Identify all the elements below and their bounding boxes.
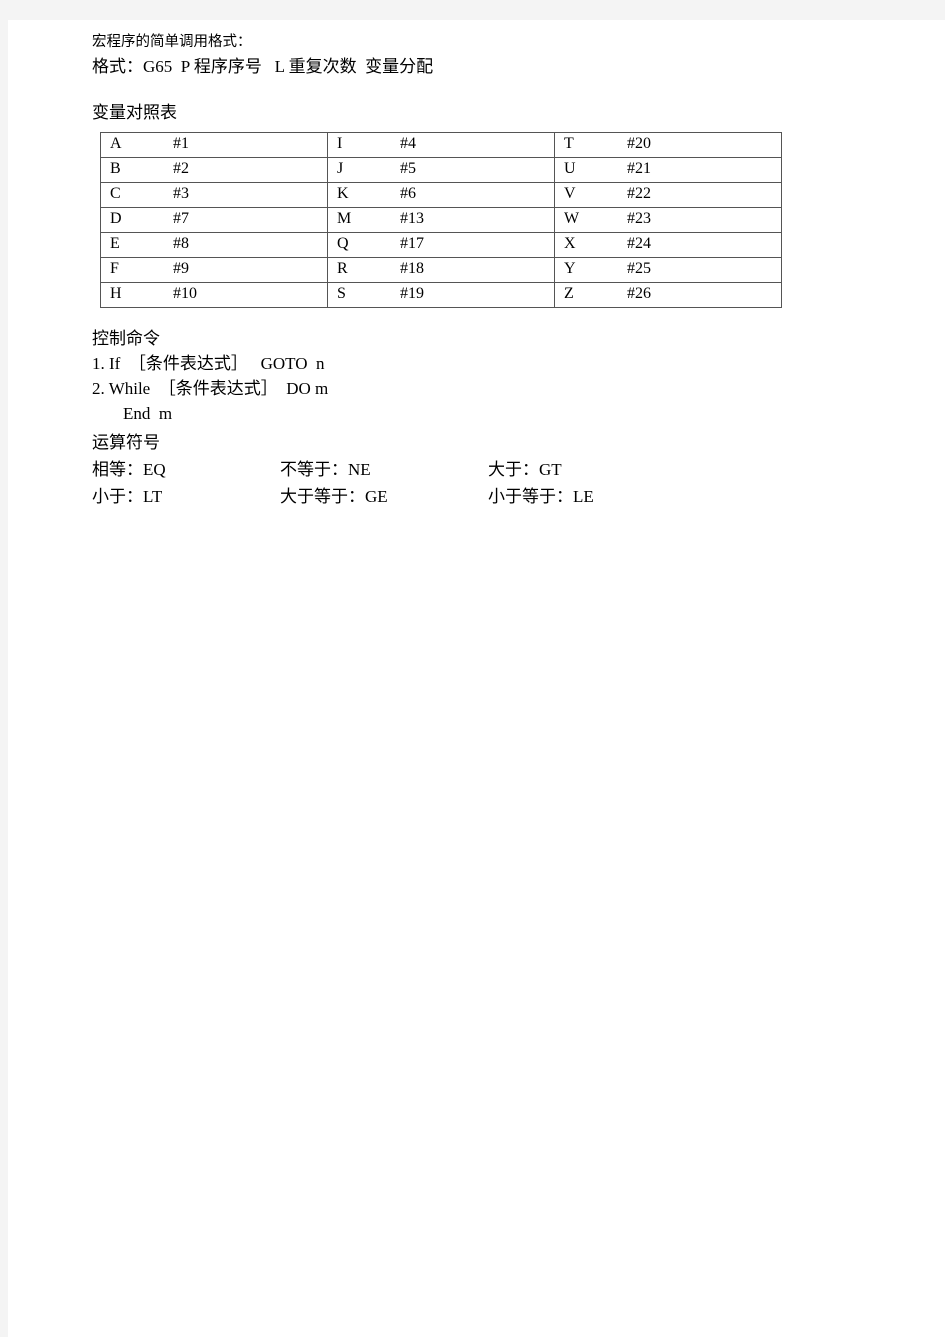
variable-number: #9 [173,260,189,277]
table-row: A #1 I #4 T #20 [100,132,782,158]
variable-letter: T [564,135,574,152]
table-cell-group-1: D #7 [100,207,328,233]
variable-letter: J [337,160,344,177]
variable-letter: H [110,285,122,302]
variable-number: #2 [173,160,189,177]
table-row: E #8 Q #17 X #24 [100,232,782,258]
control-line-if: 1. If ［条件表达式］ GOTO n [92,354,325,373]
variable-number: #18 [400,260,424,277]
table-cell-group-3: W #23 [554,207,782,233]
table-cell-group-2: Q #17 [327,232,555,258]
table-body: A #1 I #4 T #20 B #2 J #5 U #21 C #3 K #6 V #22 D… [100,132,782,308]
operator-entry: 小于：LT [92,487,163,506]
table-cell-group-3: X #24 [554,232,782,258]
variable-number: #26 [627,285,651,302]
table-cell-group-2: J #5 [327,157,555,183]
variable-number: #7 [173,210,189,227]
table-cell-group-2: M #13 [327,207,555,233]
variable-number: #22 [627,185,651,202]
variable-number: #3 [173,185,189,202]
variable-letter: S [337,285,346,302]
variable-number: #1 [173,135,189,152]
table-cell-group-1: A #1 [100,132,328,158]
variable-letter: Y [564,260,576,277]
variable-letter: V [564,185,576,202]
table-cell-group-3: U #21 [554,157,782,183]
variable-number: #19 [400,285,424,302]
operator-entry: 小于等于：LE [488,487,594,506]
table-cell-group-3: V #22 [554,182,782,208]
variable-number: #6 [400,185,416,202]
document-page: 宏程序的简单调用格式： 格式：G65 P 程序序号 L 重复次数 变量分配 变量… [8,20,945,1337]
table-row: B #2 J #5 U #21 [100,157,782,183]
variable-letter: F [110,260,119,277]
variable-number: #21 [627,160,651,177]
operators-heading: 运算符号 [92,433,160,452]
variable-letter: C [110,185,121,202]
operator-entry: 相等：EQ [92,460,166,479]
table-cell-group-2: I #4 [327,132,555,158]
control-heading: 控制命令 [92,329,160,348]
variable-letter: W [564,210,580,227]
variable-number: #8 [173,235,189,252]
table-cell-group-3: Z #26 [554,282,782,308]
variable-letter: Z [564,285,574,302]
variable-number: #20 [627,135,651,152]
variable-number: #5 [400,160,416,177]
variable-letter: R [337,260,348,277]
table-cell-group-3: T #20 [554,132,782,158]
intro-format-line: 格式：G65 P 程序序号 L 重复次数 变量分配 [92,57,434,76]
variable-number: #10 [173,285,197,302]
table-cell-group-1: F #9 [100,257,328,283]
variable-letter: U [564,160,576,177]
variable-letter: K [337,185,349,202]
table-cell-group-1: C #3 [100,182,328,208]
variable-number: #23 [627,210,651,227]
table-cell-group-1: E #8 [100,232,328,258]
table-cell-group-3: Y #25 [554,257,782,283]
variable-number: #17 [400,235,424,252]
variable-number: #24 [627,235,651,252]
operator-entry: 大于：GT [488,460,562,479]
document-content: 宏程序的简单调用格式： 格式：G65 P 程序序号 L 重复次数 变量分配 变量… [92,30,892,509]
variable-letter: Q [337,235,349,252]
table-cell-group-1: H #10 [100,282,328,308]
variable-letter: E [110,235,120,252]
control-commands-section: 控制命令 1. If ［条件表达式］ GOTO n 2. While ［条件表达… [92,326,892,426]
table-cell-group-1: B #2 [100,157,328,183]
variable-reference-table: A #1 I #4 T #20 B #2 J #5 U #21 C #3 K #6 V #22 D… [100,132,782,308]
variable-letter: D [110,210,122,227]
control-line-while: 2. While ［条件表达式］ DO m [92,379,329,398]
variable-letter: B [110,160,121,177]
table-row: F #9 R #18 Y #25 [100,257,782,283]
table-cell-group-2: S #19 [327,282,555,308]
table-cell-group-2: R #18 [327,257,555,283]
operators-row: 相等：EQ 不等于：NE 大于：GT [92,455,892,482]
variable-letter: M [337,210,352,227]
operators-section: 运算符号 相等：EQ 不等于：NE 大于：GT 小于：LT 大于等于：GE 小于… [92,430,892,509]
operator-entry: 大于等于：GE [280,487,388,506]
table-cell-group-2: K #6 [327,182,555,208]
variable-letter: I [337,135,343,152]
table-caption: 变量对照表 [92,103,177,122]
intro-title: 宏程序的简单调用格式： [92,34,252,50]
table-row: C #3 K #6 V #22 [100,182,782,208]
table-row: H #10 S #19 Z #26 [100,282,782,308]
variable-letter: X [564,235,576,252]
variable-number: #13 [400,210,424,227]
control-line-end: End m [123,404,173,423]
variable-number: #25 [627,260,651,277]
table-row: D #7 M #13 W #23 [100,207,782,233]
variable-number: #4 [400,135,416,152]
variable-letter: A [110,135,122,152]
operators-row: 小于：LT 大于等于：GE 小于等于：LE [92,482,892,509]
operator-entry: 不等于：NE [280,460,371,479]
